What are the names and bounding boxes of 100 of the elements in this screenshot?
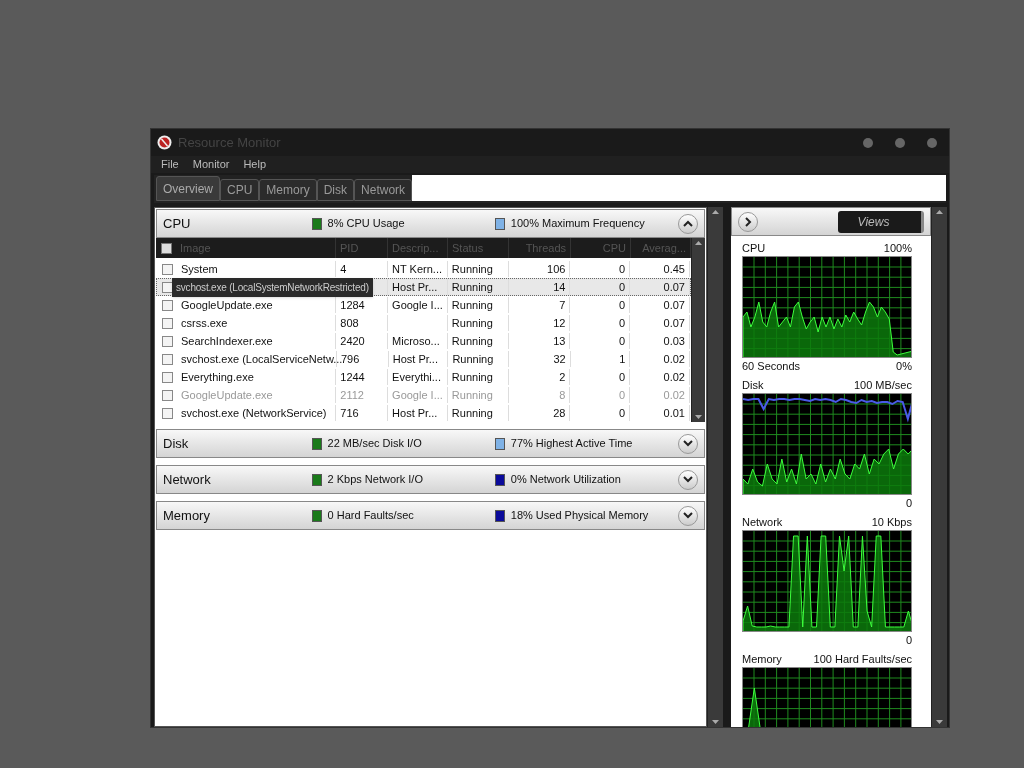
section-title: CPU [163,214,192,233]
scroll-up-icon[interactable] [712,210,719,214]
row-checkbox[interactable] [162,389,173,401]
metric-label: 0 Hard Faults/sec [327,508,414,524]
tab[interactable]: Overview [156,176,220,201]
table-cell-text: Running [451,261,493,277]
table-cell-text: 0 [619,315,626,331]
table-cell-text: csrss.exe [181,315,228,331]
process-row[interactable]: Everything.exe 1244 Everythi... Running 2 0 0.02 [156,368,691,386]
graph-min-label: 0 [905,496,913,512]
tab[interactable]: Disk [316,179,355,201]
process-row[interactable]: SearchIndexer.exe 2420 Microso... Running 13 0 0.03 [156,332,691,350]
table-cell-text: Running [451,405,493,421]
section-header[interactable]: CPU 8% CPU Usage 100% Maximum Frequency [156,209,705,238]
section-header[interactable]: Memory 0 Hard Faults/sec 18% Used Physical Memory [156,501,705,530]
table-cell-text: 0 [619,279,626,295]
menu-item[interactable]: Help [243,156,267,173]
table-cell-text: Host Pr... [392,279,438,295]
row-checkbox[interactable] [162,371,173,383]
table-cell-text: Running [451,297,493,313]
time-span-label: 60 Seconds [742,359,801,375]
graph-title: Disk [742,377,764,393]
process-row[interactable]: svchost.exe (NetworkService) 716 Host Pr... Running 28 0 0.01 [156,404,691,422]
scrollbar[interactable] [707,207,723,727]
close-button[interactable] [927,137,937,148]
tab[interactable]: Network [354,179,413,201]
row-checkbox[interactable] [162,353,173,365]
table-cell-text: Running [451,387,493,403]
table-cell-text: Running [451,333,493,349]
table-cell-text: 13 [553,333,566,349]
expand-button[interactable] [678,469,698,490]
table-cell-text: 0.02 [663,369,685,385]
table-cell-text: 0.07 [663,279,685,295]
collapse-button[interactable] [678,213,698,234]
scroll-down-icon[interactable] [712,720,719,724]
row-checkbox[interactable] [162,281,173,293]
table-cell-text: 7 [559,297,566,313]
table-cell-text: NT Kern... [392,261,442,277]
table-cell-text: 0 [619,405,626,421]
table-cell-text: Google I... [392,297,443,313]
section-title: Memory [163,506,211,525]
table-cell-text: 716 [340,405,359,421]
collapse-panel-button[interactable] [738,211,758,232]
table-cell-text: Running [451,315,493,331]
tab[interactable]: CPU [220,179,260,201]
row-checkbox[interactable] [162,263,173,275]
table-cell-text: 4 [340,261,347,277]
row-checkbox[interactable] [162,317,173,329]
table-cell-text: 0 [619,297,626,313]
graph-max-label: 100% [883,240,913,256]
minimize-button[interactable] [863,137,873,148]
graph-max-label: 10 Kbps [871,514,913,530]
table-cell-text: Running [451,369,493,385]
app-logo-icon [157,135,172,150]
table-cell-text: 1244 [340,369,365,385]
expand-button[interactable] [678,505,698,526]
chevron-down-icon [683,440,693,447]
section-header[interactable]: Disk 22 MB/sec Disk I/O 77% Highest Active Time [156,429,705,458]
scroll-down-icon[interactable] [695,415,702,419]
table-cell-text: 1284 [340,297,365,313]
table-cell-text: Host Pr... [392,351,438,367]
process-row[interactable]: svchost.exe (LocalServiceNetw...796 Host Pr... Running 32 1 0.02 [156,350,691,368]
tab[interactable]: Memory [259,179,317,201]
section-header[interactable]: Network 2 Kbps Network I/O 0% Network Utilization [156,465,705,494]
scrollbar[interactable] [931,207,947,727]
table-cell-text: 808 [340,315,359,331]
menu-item[interactable]: Monitor [192,156,230,173]
scroll-up-icon[interactable] [936,210,943,214]
table-cell-text: 12 [553,315,566,331]
maximize-button[interactable] [895,137,905,148]
select-all-checkbox[interactable] [161,242,172,254]
table-cell-text: System [181,261,218,277]
table-cell-text: svchost.exe (NetworkService) [181,405,327,421]
row-checkbox[interactable] [162,407,173,419]
row-checkbox[interactable] [162,299,173,311]
table-cell-text: svchost.exe (LocalServiceNetw... [181,351,343,367]
process-row[interactable]: csrss.exe 808 Running 12 0 0.07 [156,314,691,332]
table-cell-text: 8 [559,387,566,403]
graph-title: Memory [742,651,782,667]
table-cell-text: 796 [341,351,360,367]
table-cell-text: 0.02 [663,351,685,367]
table-cell-text: 0 [619,369,626,385]
table-cell-text: GoogleUpdate.exe [181,297,273,313]
metric-label: 22 MB/sec Disk I/O [327,436,422,452]
scroll-up-icon[interactable] [695,241,702,245]
table-cell-text: 106 [547,261,566,277]
expand-button[interactable] [678,433,698,454]
table-cell-text: 2 [559,369,566,385]
views-button[interactable]: Views [838,210,924,233]
table-cell-text: Everything.exe [181,369,254,385]
metric-label: 18% Used Physical Memory [510,508,649,524]
scroll-down-icon[interactable] [936,720,943,724]
table-cell-text: Running [451,279,493,295]
scrollbar[interactable] [691,238,705,422]
row-checkbox[interactable] [162,335,173,347]
menu-item[interactable]: File [161,156,179,173]
table-cell-text: 14 [553,279,566,295]
chevron-down-icon [683,476,693,483]
table-cell-text: 0 [619,261,626,277]
process-row[interactable]: System 4 NT Kern... Running 106 0 0.45 [156,260,691,278]
